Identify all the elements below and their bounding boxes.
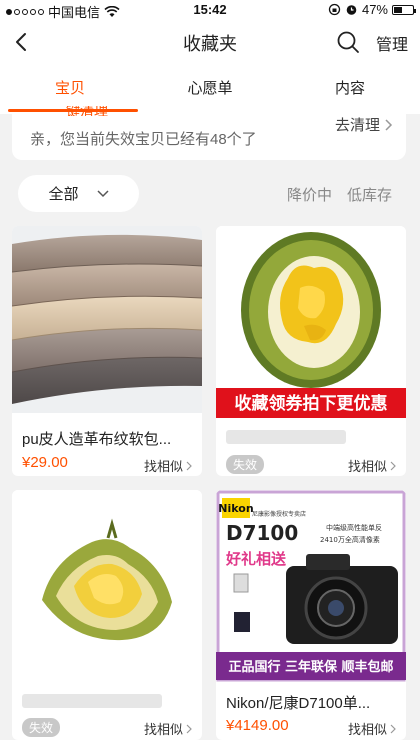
find-similar-button[interactable]: 找相似 — [144, 719, 192, 738]
search-button[interactable] — [334, 28, 362, 56]
chevron-down-icon — [96, 189, 109, 197]
invalid-items-notice: 一键清理 亲，您当前失效宝贝已经有48个了 去清理 — [12, 106, 406, 160]
chevron-right-icon — [186, 724, 192, 733]
durian-image — [12, 490, 202, 682]
find-similar-button[interactable]: 找相似 — [348, 719, 396, 738]
find-similar-button[interactable]: 找相似 — [144, 456, 192, 475]
find-similar-button[interactable]: 找相似 — [348, 456, 396, 475]
chevron-right-icon — [385, 118, 393, 131]
find-similar-label: 找相似 — [143, 459, 183, 474]
chevron-right-icon — [390, 724, 396, 733]
gift-text: 好礼相送 — [225, 550, 287, 568]
promo-banner-text: 收藏领券拍下更优惠 — [235, 393, 388, 414]
manage-button[interactable]: 管理 — [376, 31, 408, 55]
status-bar: 中国电信 15:42 47% — [0, 0, 420, 20]
rotation-lock-icon — [328, 3, 341, 16]
blurred-title — [22, 694, 162, 708]
invalid-badge: 失效 — [226, 455, 265, 474]
blurred-title — [226, 430, 346, 444]
nikon-d7100-image: Nikon 尼康影像授权专卖店 D7100 中端级高性能单反 2410万全高清像… — [216, 490, 406, 682]
product-price: ¥29.00 — [22, 454, 68, 471]
product-title: pu皮人造革布纹软包... — [22, 431, 172, 448]
battery-percent: 47% — [361, 2, 388, 17]
pu-leather-rolls-image — [12, 226, 202, 413]
durian-promo-image: 收藏领券拍下更优惠 — [216, 226, 406, 418]
filter-price-drop[interactable]: 降价中 — [287, 184, 332, 205]
tab-content[interactable]: 内容 — [280, 64, 420, 114]
poster-footer-text: 正品国行 三年联保 顺丰包邮 — [228, 659, 393, 675]
product-price: ¥4149.00 — [226, 717, 289, 734]
category-dropdown[interactable]: 全部 — [18, 175, 139, 212]
invalid-badge: 失效 — [22, 718, 61, 737]
category-dropdown-value: 全部 — [48, 186, 79, 203]
filter-low-stock[interactable]: 低库存 — [347, 184, 392, 205]
product-card[interactable]: 收藏领券拍下更优惠 失效 找相似 — [216, 226, 406, 476]
battery-icon — [392, 4, 416, 15]
find-similar-label: 找相似 — [143, 722, 183, 737]
product-card[interactable]: pu皮人造革布纹软包... ¥29.00 找相似 — [12, 226, 202, 476]
find-similar-label: 找相似 — [347, 459, 387, 474]
product-card[interactable]: 失效 找相似 — [12, 490, 202, 740]
tagline-text: 2410万全高清像素 — [320, 535, 380, 544]
notice-clipped-label: 一键清理 — [52, 106, 108, 116]
brand-logo-text: Nikon — [218, 502, 253, 515]
notice-text: 亲，您当前失效宝贝已经有48个了 — [30, 131, 257, 148]
search-icon — [337, 31, 359, 53]
chevron-left-icon — [16, 33, 26, 51]
clean-up-label: 去清理 — [334, 117, 380, 134]
product-title: Nikon/尼康D7100单... — [226, 695, 371, 712]
model-text: D7100 — [226, 521, 298, 545]
chevron-right-icon — [186, 461, 192, 470]
product-card[interactable]: Nikon 尼康影像授权专卖店 D7100 中端级高性能单反 2410万全高清像… — [216, 490, 406, 740]
alarm-icon — [346, 5, 357, 15]
tab-wishlist[interactable]: 心愿单 — [140, 64, 280, 114]
navbar: 收藏夹 管理 — [0, 20, 420, 64]
clean-up-button[interactable]: 去清理 — [335, 114, 394, 135]
tagline-text: 中端级高性能单反 — [326, 523, 382, 532]
chevron-right-icon — [390, 461, 396, 470]
brand-subtitle-text: 尼康影像授权专卖店 — [252, 510, 306, 518]
back-button[interactable] — [8, 28, 36, 56]
find-similar-label: 找相似 — [347, 722, 387, 737]
